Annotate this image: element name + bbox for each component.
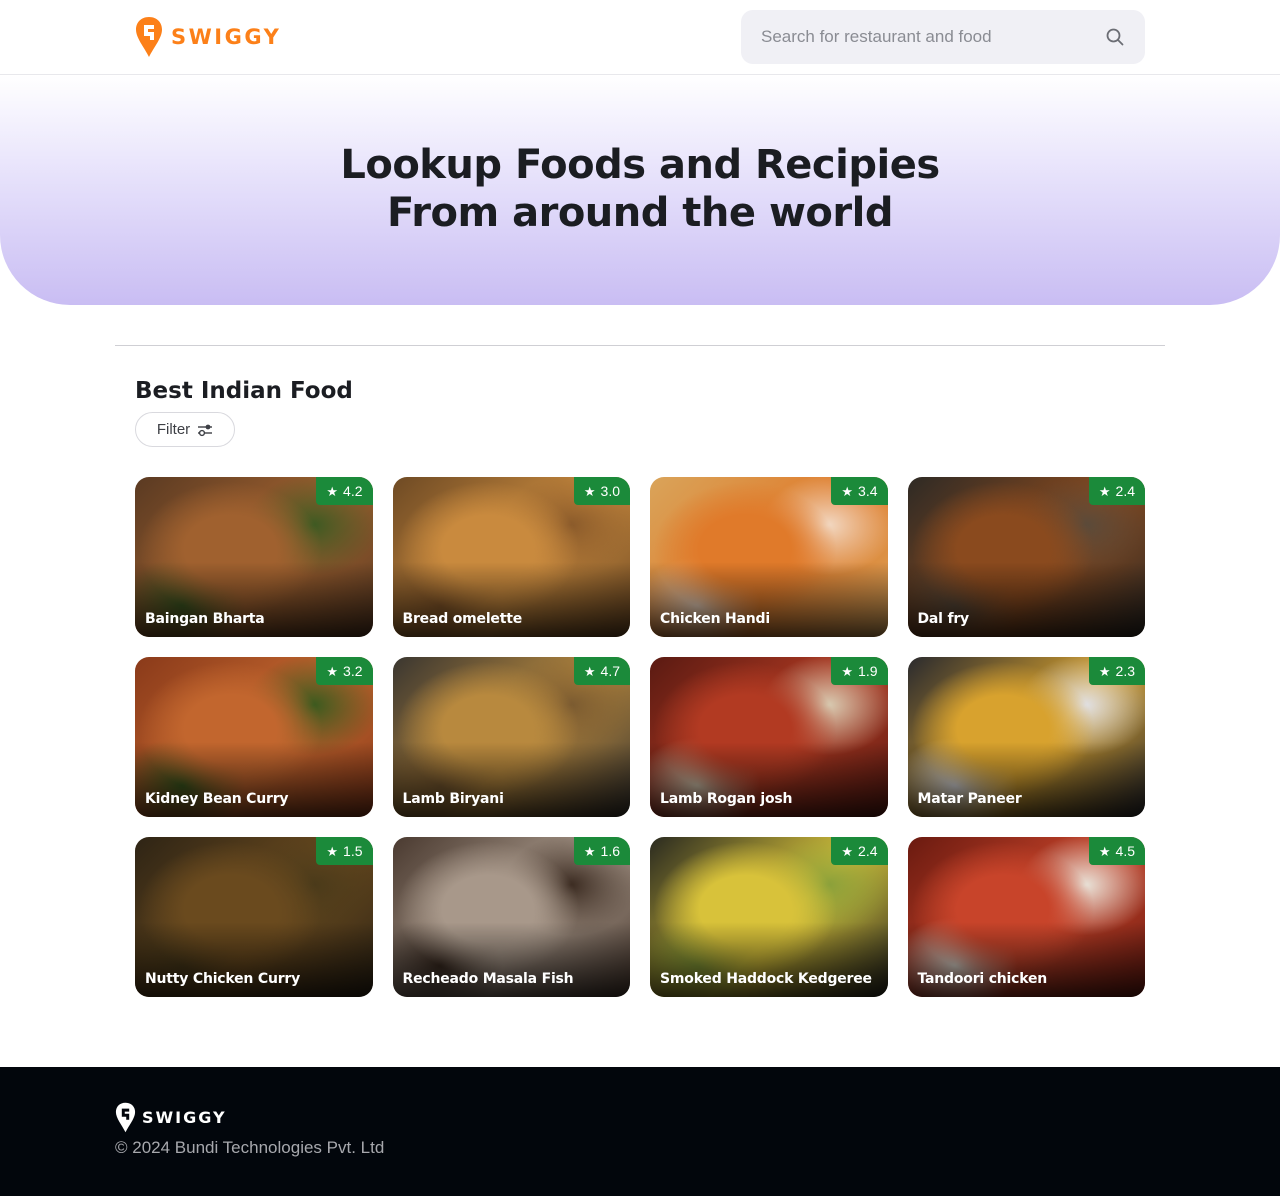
filter-button[interactable]: Filter (135, 412, 235, 447)
star-icon: ★ (326, 663, 339, 679)
rating-badge: ★ 1.5 (316, 837, 373, 865)
star-icon: ★ (841, 663, 854, 679)
food-name: Tandoori chicken (917, 971, 1048, 987)
rating-value: 1.9 (858, 663, 878, 679)
rating-badge: ★ 2.4 (1088, 477, 1145, 505)
star-icon: ★ (583, 663, 596, 679)
food-name: Nutty Chicken Curry (145, 971, 301, 987)
rating-value: 2.4 (1115, 483, 1135, 499)
rating-badge: ★ 3.4 (831, 477, 888, 505)
footer-logo[interactable]: SWIGGY (115, 1102, 227, 1133)
star-icon: ★ (841, 483, 854, 499)
star-icon: ★ (326, 483, 339, 499)
top-navbar: SWIGGY (0, 0, 1280, 75)
food-card[interactable]: ★ 4.2 Baingan Bharta (135, 477, 373, 637)
rating-value: 4.5 (1115, 843, 1135, 859)
food-name: Chicken Handi (660, 611, 770, 627)
hero-line-1: Lookup Foods and Recipies (340, 142, 940, 188)
star-icon: ★ (583, 483, 596, 499)
section-title: Best Indian Food (135, 378, 353, 404)
food-card[interactable]: ★ 3.2 Kidney Bean Curry (135, 657, 373, 817)
footer-logo-text: SWIGGY (142, 1108, 227, 1127)
hero-heading: Lookup Foods and Recipies From around th… (0, 141, 1280, 237)
food-card[interactable]: ★ 4.5 Tandoori chicken (907, 837, 1145, 997)
rating-value: 4.2 (343, 483, 363, 499)
rating-value: 2.3 (1115, 663, 1135, 679)
swiggy-logo-icon (136, 17, 162, 57)
rating-value: 3.0 (600, 483, 620, 499)
food-card[interactable]: ★ 2.4 Dal fry (907, 477, 1145, 637)
star-icon: ★ (1098, 843, 1111, 859)
rating-badge: ★ 4.2 (316, 477, 373, 505)
rating-value: 2.4 (858, 843, 878, 859)
food-card[interactable]: ★ 3.0 Bread omelette (392, 477, 630, 637)
food-name: Lamb Biryani (402, 791, 504, 807)
rating-value: 3.4 (858, 483, 878, 499)
food-name: Baingan Bharta (145, 611, 265, 627)
star-icon: ★ (1098, 663, 1111, 679)
rating-badge: ★ 1.9 (831, 657, 888, 685)
food-name: Lamb Rogan josh (660, 791, 793, 807)
rating-value: 1.5 (343, 843, 363, 859)
food-card[interactable]: ★ 1.9 Lamb Rogan josh (650, 657, 888, 817)
food-name: Matar Paneer (917, 791, 1022, 807)
food-card[interactable]: ★ 3.4 Chicken Handi (650, 477, 888, 637)
food-card[interactable]: ★ 2.4 Smoked Haddock Kedgeree (650, 837, 888, 997)
hero-line-2: From around the world (387, 190, 893, 236)
logo-text: SWIGGY (171, 25, 282, 49)
rating-badge: ★ 3.0 (573, 477, 630, 505)
swiggy-logo[interactable]: SWIGGY (135, 16, 281, 58)
search-input[interactable] (761, 27, 1105, 47)
food-card[interactable]: ★ 4.7 Lamb Biryani (392, 657, 630, 817)
search-icon[interactable] (1105, 27, 1125, 47)
food-name: Dal fry (917, 611, 970, 627)
rating-badge: ★ 4.5 (1088, 837, 1145, 865)
search-bar[interactable] (741, 10, 1145, 64)
rating-badge: ★ 4.7 (573, 657, 630, 685)
star-icon: ★ (841, 843, 854, 859)
footer: SWIGGY © 2024 Bundi Technologies Pvt. Lt… (0, 1067, 1280, 1196)
star-icon: ★ (583, 843, 596, 859)
food-name: Kidney Bean Curry (145, 791, 289, 807)
food-name: Smoked Haddock Kedgeree (660, 971, 872, 987)
rating-value: 4.7 (600, 663, 620, 679)
rating-value: 3.2 (343, 663, 363, 679)
rating-badge: ★ 2.3 (1088, 657, 1145, 685)
hero-banner: Lookup Foods and Recipies From around th… (0, 75, 1280, 305)
food-card[interactable]: ★ 1.5 Nutty Chicken Curry (135, 837, 373, 997)
rating-badge: ★ 3.2 (316, 657, 373, 685)
food-card[interactable]: ★ 1.6 Recheado Masala Fish (392, 837, 630, 997)
rating-badge: ★ 2.4 (831, 837, 888, 865)
rating-badge: ★ 1.6 (573, 837, 630, 865)
filter-label: Filter (156, 421, 191, 438)
star-icon: ★ (1098, 483, 1111, 499)
food-grid: ★ 4.2 Baingan Bharta ★ 3.0 Bread omelette ★ 3.4… (135, 477, 1145, 997)
food-name: Recheado Masala Fish (402, 971, 574, 987)
section-divider (115, 345, 1165, 346)
swiggy-logo-icon (115, 1102, 136, 1133)
sliders-icon (198, 424, 213, 436)
copyright-text: © 2024 Bundi Technologies Pvt. Ltd (115, 1138, 385, 1157)
rating-value: 1.6 (600, 843, 620, 859)
star-icon: ★ (326, 843, 339, 859)
food-card[interactable]: ★ 2.3 Matar Paneer (907, 657, 1145, 817)
food-name: Bread omelette (402, 611, 523, 627)
